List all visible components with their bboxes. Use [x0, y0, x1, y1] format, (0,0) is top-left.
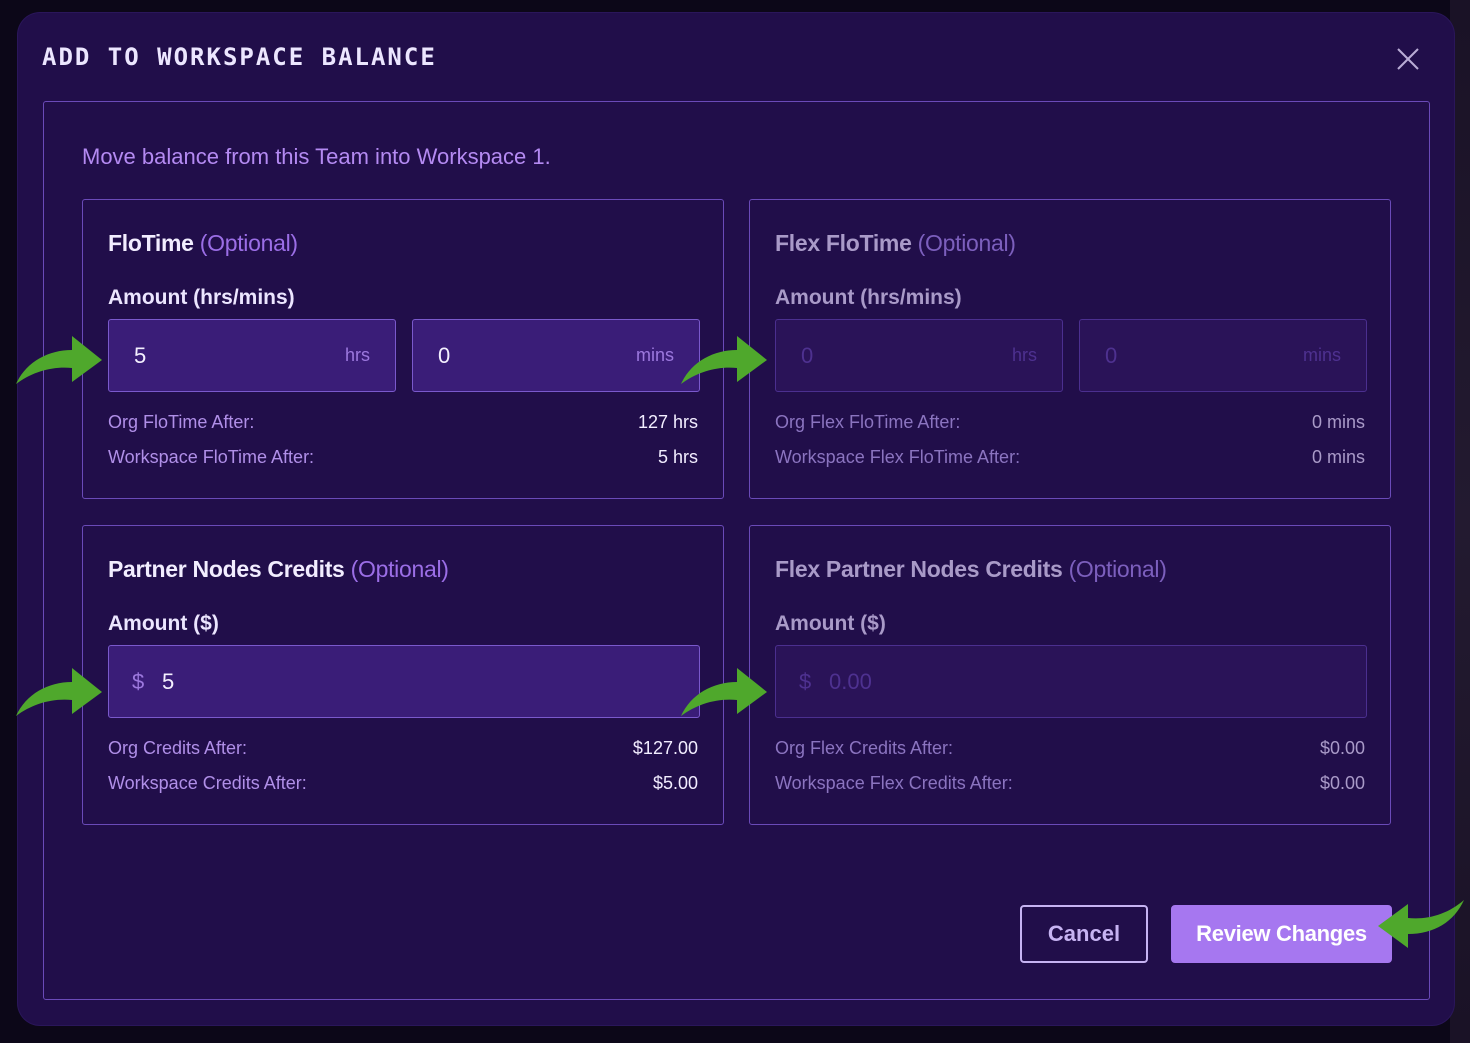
cancel-button[interactable]: Cancel [1020, 905, 1148, 963]
flotime-amount-label: Amount (hrs/mins) [108, 286, 295, 309]
credits-title-text: Partner Nodes Credits [108, 556, 345, 582]
flex-credits-org-after-row: Org Flex Credits After: $0.00 [775, 738, 1365, 759]
credits-org-after-label: Org Credits After: [108, 738, 248, 758]
add-to-workspace-modal: ADD TO WORKSPACE BALANCE Move balance fr… [18, 13, 1454, 1025]
flex-credits-title-text: Flex Partner Nodes Credits [775, 556, 1063, 582]
flex-credits-title: Flex Partner Nodes Credits (Optional) [775, 556, 1167, 583]
credits-org-after-value: $127.00 [632, 738, 698, 758]
flex-flotime-workspace-after-value: 0 mins [1311, 447, 1365, 467]
annotation-arrow-icon [1378, 900, 1464, 948]
flotime-hours-value: 5 [134, 343, 147, 368]
close-icon [1397, 48, 1419, 70]
flex-flotime-org-after-row: Org Flex FloTime After: 0 mins [775, 412, 1365, 433]
flex-credits-amount-input[interactable]: $ 0.00 [775, 645, 1367, 718]
flotime-org-after-row: Org FloTime After: 127 hrs [108, 412, 698, 433]
credits-currency-symbol: $ [132, 669, 145, 694]
flex-credits-org-after-value: $0.00 [1319, 738, 1365, 758]
flotime-minutes-input[interactable]: 0 mins [412, 319, 700, 392]
close-button[interactable] [1394, 45, 1422, 73]
credits-title: Partner Nodes Credits (Optional) [108, 556, 449, 583]
flotime-hours-unit: hrs [344, 345, 370, 365]
flotime-org-after-label: Org FloTime After: [108, 412, 255, 432]
credits-workspace-after-value: $5.00 [652, 773, 698, 793]
intro-text: Move balance from this Team into Workspa… [82, 144, 551, 169]
flotime-card: FloTime (Optional) Amount (hrs/mins) 5 h… [82, 199, 724, 499]
credits-optional-label: (Optional) [350, 556, 449, 582]
flex-credits-amount-placeholder: 0.00 [829, 669, 872, 694]
flex-credits-workspace-after-value: $0.00 [1319, 773, 1365, 793]
flex-flotime-hours-unit: hrs [1011, 345, 1037, 365]
flex-credits-amount-label: Amount ($) [775, 612, 886, 635]
flex-flotime-org-after-label: Org Flex FloTime After: [775, 412, 961, 432]
annotation-arrow-icon [681, 336, 767, 384]
credits-workspace-after-row: Workspace Credits After: $5.00 [108, 773, 698, 794]
flotime-workspace-after-label: Workspace FloTime After: [108, 447, 315, 467]
flotime-hours-input[interactable]: 5 hrs [108, 319, 396, 392]
flex-flotime-title: Flex FloTime (Optional) [775, 230, 1016, 257]
flotime-minutes-unit: mins [635, 345, 674, 365]
review-changes-button[interactable]: Review Changes [1171, 905, 1392, 963]
flex-flotime-amount-label: Amount (hrs/mins) [775, 286, 962, 309]
flotime-title-text: FloTime [108, 230, 194, 256]
flex-flotime-hours-placeholder: 0 [801, 343, 814, 368]
flex-credits-org-after-label: Org Flex Credits After: [775, 738, 954, 758]
flotime-title: FloTime (Optional) [108, 230, 298, 257]
annotation-arrow-icon [16, 336, 102, 384]
flotime-workspace-after-value: 5 hrs [657, 447, 698, 467]
flotime-org-after-value: 127 hrs [637, 412, 698, 432]
flex-flotime-workspace-after-row: Workspace Flex FloTime After: 0 mins [775, 447, 1365, 468]
flex-credits-optional-label: (Optional) [1068, 556, 1167, 582]
flex-flotime-workspace-after-label: Workspace Flex FloTime After: [775, 447, 1021, 467]
flex-flotime-minutes-unit: mins [1302, 345, 1341, 365]
flex-credits-workspace-after-label: Workspace Flex Credits After: [775, 773, 1013, 793]
flex-flotime-minutes-placeholder: 0 [1105, 343, 1118, 368]
flex-flotime-minutes-input[interactable]: 0 mins [1079, 319, 1367, 392]
annotation-arrow-icon [16, 668, 102, 716]
flex-flotime-card: Flex FloTime (Optional) Amount (hrs/mins… [749, 199, 1391, 499]
flex-flotime-optional-label: (Optional) [917, 230, 1016, 256]
modal-title: ADD TO WORKSPACE BALANCE [42, 43, 437, 71]
credits-amount-label: Amount ($) [108, 612, 219, 635]
flex-flotime-title-text: Flex FloTime [775, 230, 912, 256]
flex-credits-currency-symbol: $ [799, 669, 812, 694]
flex-flotime-org-after-value: 0 mins [1311, 412, 1365, 432]
annotation-arrow-icon [681, 668, 767, 716]
flex-flotime-hours-input[interactable]: 0 hrs [775, 319, 1063, 392]
flotime-optional-label: (Optional) [199, 230, 298, 256]
flex-credits-workspace-after-row: Workspace Flex Credits After: $0.00 [775, 773, 1365, 794]
modal-body: Move balance from this Team into Workspa… [43, 101, 1430, 1000]
credits-org-after-row: Org Credits After: $127.00 [108, 738, 698, 759]
credits-card: Partner Nodes Credits (Optional) Amount … [82, 525, 724, 825]
credits-amount-input[interactable]: $ 5 [108, 645, 700, 718]
credits-workspace-after-label: Workspace Credits After: [108, 773, 307, 793]
flotime-workspace-after-row: Workspace FloTime After: 5 hrs [108, 447, 698, 468]
flex-credits-card: Flex Partner Nodes Credits (Optional) Am… [749, 525, 1391, 825]
flotime-minutes-value: 0 [438, 343, 451, 368]
credits-amount-value: 5 [162, 669, 175, 694]
